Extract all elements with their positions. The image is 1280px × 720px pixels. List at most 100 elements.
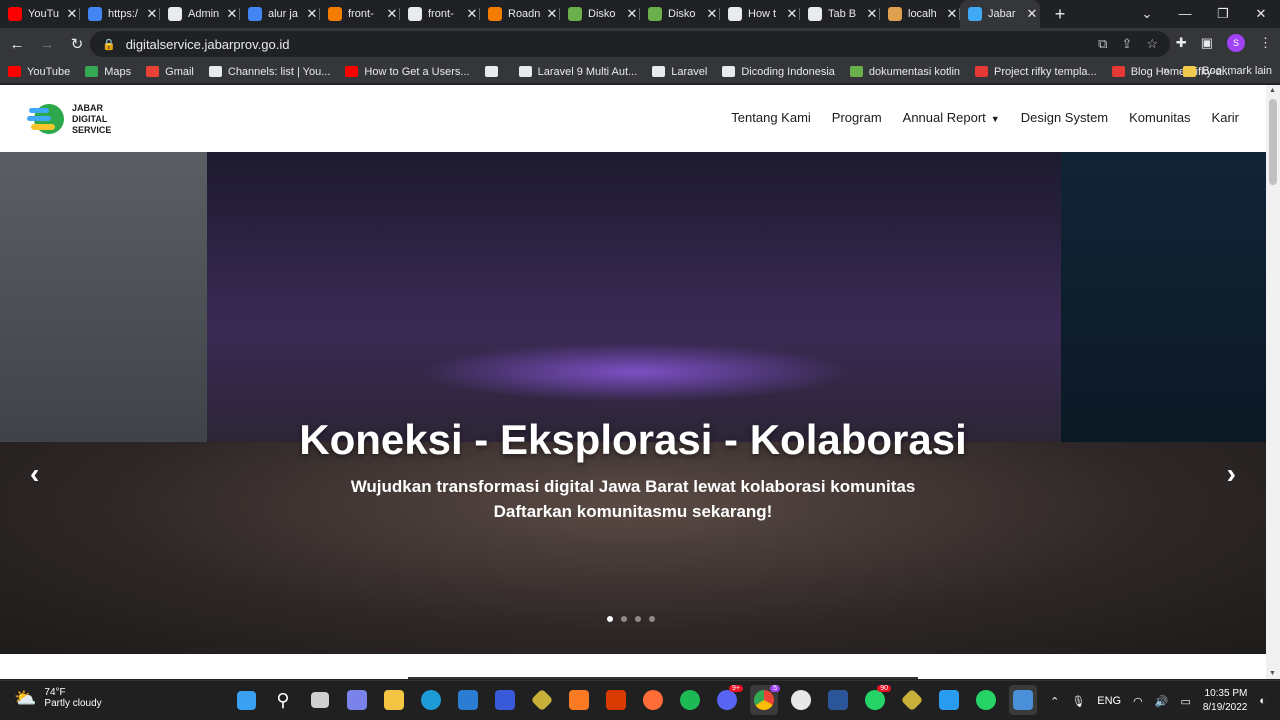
postman-icon[interactable]	[639, 685, 667, 715]
close-tab-icon[interactable]: ✕	[304, 6, 320, 22]
weather-widget[interactable]: ⛅ 74°F Partly cloudy	[14, 687, 102, 709]
clock[interactable]: 10:35 PM 8/19/2022	[1203, 687, 1248, 715]
menu-kebab-icon[interactable]: ⋮	[1259, 35, 1272, 51]
browser-tab[interactable]: YouTu ✕	[0, 0, 80, 28]
volume-icon[interactable]: 🔊	[1155, 695, 1169, 708]
maximize-button[interactable]: ❐	[1204, 0, 1242, 28]
chrome-icon[interactable]: 5	[750, 685, 780, 715]
xampp-icon[interactable]	[565, 685, 593, 715]
browser-tab[interactable]: Roadn ✕	[480, 0, 560, 28]
extensions-icon[interactable]: ✚	[1176, 35, 1187, 51]
bookmarks-overflow-icon[interactable]: »	[1163, 65, 1169, 77]
battery-icon[interactable]: ▭	[1180, 695, 1190, 708]
search-icon[interactable]: ⚲	[269, 685, 297, 715]
scroll-down-icon[interactable]: ▼	[1269, 670, 1276, 677]
close-tab-icon[interactable]: ✕	[864, 6, 880, 22]
browser-tab[interactable]: https:/ ✕	[80, 0, 160, 28]
scrollbar-thumb[interactable]	[1269, 99, 1277, 185]
browser-tab[interactable]: localh ✕	[880, 0, 960, 28]
vscode-icon[interactable]	[935, 685, 963, 715]
forward-button[interactable]: →	[34, 36, 60, 53]
close-tab-icon[interactable]: ✕	[64, 6, 80, 22]
page-scrollbar[interactable]: ▲ ▼	[1266, 85, 1280, 679]
browser-tab[interactable]: How t ✕	[720, 0, 800, 28]
carousel-prev-icon[interactable]: ‹	[30, 458, 39, 490]
close-tab-icon[interactable]: ✕	[384, 6, 400, 22]
sourcetree-icon[interactable]	[898, 685, 926, 715]
nav-program[interactable]: Program	[832, 110, 882, 125]
git-kraken-icon[interactable]	[528, 685, 556, 715]
chevron-up-icon[interactable]: ⌃	[1050, 695, 1059, 708]
share-icon[interactable]: ⇪	[1121, 36, 1132, 52]
close-tab-icon[interactable]: ✕	[1024, 6, 1040, 22]
bookmark-item[interactable]: Channels: list | You...	[208, 66, 330, 78]
nav-annual-report[interactable]: Annual Report ▼	[903, 110, 1000, 125]
spotify-icon[interactable]	[676, 685, 704, 715]
close-tab-icon[interactable]: ✕	[624, 6, 640, 22]
edge-icon[interactable]	[417, 685, 445, 715]
browser-tab[interactable]: Admin ✕	[160, 0, 240, 28]
bookmark-item[interactable]: Laravel 9 Multi Aut...	[518, 66, 637, 78]
bookmark-item[interactable]: Project rifky templa...	[975, 66, 1097, 78]
tab-search-icon[interactable]: ⌄	[1128, 0, 1166, 28]
browser-tab[interactable]: alur ja ✕	[240, 0, 320, 28]
carousel-dot[interactable]	[621, 616, 627, 622]
bookmark-item[interactable]: Gmail	[146, 66, 194, 78]
carousel-dot[interactable]	[607, 616, 613, 622]
whatsapp-icon[interactable]: 90	[861, 685, 891, 715]
office-icon[interactable]	[602, 685, 630, 715]
carousel-dot[interactable]	[649, 616, 655, 622]
back-button[interactable]: ←	[4, 36, 30, 53]
address-bar[interactable]: 🔒 digitalservice.jabarprov.go.id ⧉ ⇪ ☆	[90, 31, 1170, 57]
close-tab-icon[interactable]: ✕	[464, 6, 480, 22]
browser-tab[interactable]: Jabar ✕	[960, 0, 1040, 28]
close-tab-icon[interactable]: ✕	[544, 6, 560, 22]
chat-icon[interactable]	[343, 685, 371, 715]
close-tab-icon[interactable]: ✕	[784, 6, 800, 22]
side-panel-icon[interactable]: ▣	[1201, 35, 1213, 51]
close-tab-icon[interactable]: ✕	[224, 6, 240, 22]
close-tab-icon[interactable]: ✕	[704, 6, 720, 22]
close-window-button[interactable]: ✕	[1242, 0, 1280, 28]
site-logo[interactable]: JABAR DIGITAL SERVICE	[27, 100, 111, 138]
browser-tab[interactable]: Tab B ✕	[800, 0, 880, 28]
browser-tab[interactable]: front- ✕	[400, 0, 480, 28]
profile-avatar[interactable]: S	[1227, 34, 1245, 52]
language-indicator[interactable]: ENG	[1097, 695, 1121, 707]
wifi-icon[interactable]: ◠	[1133, 695, 1143, 708]
bookmark-item[interactable]: Dicoding Indonesia	[722, 66, 835, 78]
file-explorer-icon[interactable]	[380, 685, 408, 715]
obs-icon[interactable]	[787, 685, 815, 715]
nav-karir[interactable]: Karir	[1212, 110, 1239, 125]
whatsapp-desktop-icon[interactable]	[972, 685, 1000, 715]
carousel-next-icon[interactable]: ›	[1227, 458, 1236, 490]
nav-tentang-kami[interactable]: Tentang Kami	[731, 110, 811, 125]
scroll-up-icon[interactable]: ▲	[1269, 87, 1276, 94]
word-icon[interactable]	[824, 685, 852, 715]
nav-komunitas[interactable]: Komunitas	[1129, 110, 1190, 125]
pen-app-icon[interactable]	[491, 685, 519, 715]
bookmark-item[interactable]: dokumentasi kotlin	[849, 66, 960, 78]
microphone-icon[interactable]: 🎙	[1071, 695, 1085, 708]
bookmark-item[interactable]	[484, 66, 504, 77]
translate-icon[interactable]: ⧉	[1098, 36, 1107, 52]
close-tab-icon[interactable]: ✕	[944, 6, 960, 22]
browser-tab[interactable]: Disko ✕	[640, 0, 720, 28]
photos-icon[interactable]	[1009, 685, 1037, 715]
close-tab-icon[interactable]: ✕	[144, 6, 160, 22]
task-view-icon[interactable]	[306, 685, 334, 715]
discord-icon[interactable]: 9+	[713, 685, 743, 715]
bookmarks-other[interactable]: » Bookmark lain	[1163, 65, 1272, 77]
nav-design-system[interactable]: Design System	[1021, 110, 1108, 125]
minimize-button[interactable]: —	[1166, 0, 1204, 28]
mail-icon[interactable]	[454, 685, 482, 715]
browser-tab[interactable]: front- ✕	[320, 0, 400, 28]
bookmark-item[interactable]: YouTube	[8, 66, 70, 78]
carousel-dot[interactable]	[635, 616, 641, 622]
new-tab-button[interactable]: +	[1048, 4, 1072, 25]
bookmark-item[interactable]: How to Get a Users...	[345, 66, 470, 78]
bookmark-item[interactable]: Maps	[85, 66, 131, 78]
notifications-icon[interactable]: ◐	[1259, 695, 1266, 707]
bookmark-star-icon[interactable]: ☆	[1146, 36, 1158, 52]
start-icon[interactable]	[232, 685, 260, 715]
